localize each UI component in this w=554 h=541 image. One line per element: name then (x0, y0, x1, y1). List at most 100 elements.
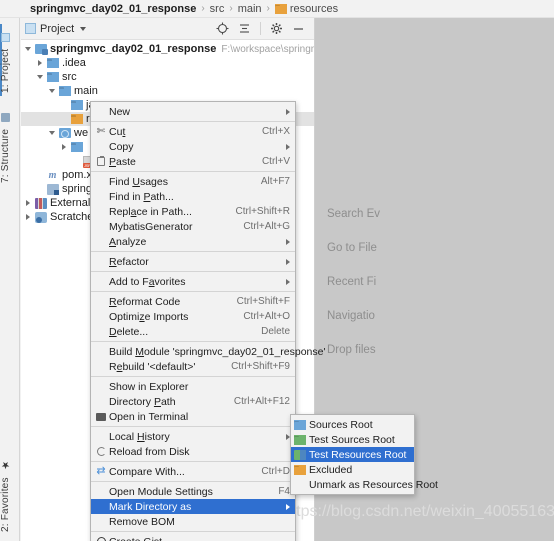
context-menu-item[interactable]: Reload from Disk (91, 444, 295, 459)
context-menu-item[interactable]: Local History (91, 429, 295, 444)
menu-separator (91, 341, 295, 342)
context-menu-item[interactable]: New (91, 104, 295, 119)
tree-row[interactable]: src (21, 70, 314, 84)
submenu-item-label: Test Sources Root (309, 433, 395, 446)
context-menu-item[interactable]: Open in Terminal (91, 409, 295, 424)
menu-item-shortcut: Ctrl+Alt+G (243, 221, 290, 232)
sidebar-tab-project[interactable]: 1: Project (0, 24, 20, 96)
mark-directory-as-submenu[interactable]: Sources Root Test Sources Root Test Resour… (290, 414, 438, 495)
submenu-item[interactable]: Test Sources Root (291, 432, 414, 447)
menu-item-label: Cut (109, 125, 126, 138)
folder-orange-icon (294, 464, 306, 475)
folder-blue-icon (46, 72, 59, 82)
folder-blue-icon (58, 86, 71, 96)
web-folder-icon (58, 128, 71, 138)
tree-row[interactable]: .idea (21, 56, 314, 70)
submenu-item-label: Sources Root (309, 418, 373, 431)
submenu-item-label: Excluded (309, 463, 353, 476)
folder-blue-icon (46, 58, 59, 68)
menu-item-shortcut: Ctrl+D (261, 466, 290, 477)
tool-window-strip: 1: Project 7: Structure 2: Favorites ★ (0, 18, 20, 541)
editor-hints: Search Ev Go to File Recent Fi Navigatio Dro… (327, 208, 380, 378)
context-menu-item[interactable]: Mark Directory as (91, 499, 295, 514)
menu-item-label: Find in Path... (109, 190, 174, 203)
context-menu-item[interactable]: Directory Path Ctrl+Alt+F12 (91, 394, 295, 409)
context-menu[interactable]: New ✄ Cut Ctrl+X Copy Paste Ctrl+V Find Usages A… (90, 101, 325, 541)
menu-item-label: Open Module Settings (109, 485, 213, 498)
context-menu-item[interactable]: Open Module Settings F4 (91, 484, 295, 499)
tree-row[interactable]: springmvc_day02_01_response F:\workspace\… (21, 42, 314, 56)
sidebar-tab-structure[interactable]: 7: Structure (0, 106, 20, 186)
context-menu-item[interactable]: MybatisGenerator Ctrl+Alt+G (91, 219, 295, 234)
menu-item-label: Directory Path (109, 395, 176, 408)
context-menu-item[interactable]: Reformat Code Ctrl+Shift+F (91, 294, 295, 309)
menu-item-icon (93, 447, 109, 456)
chevron-right-icon[interactable] (59, 142, 70, 153)
context-menu-item[interactable]: ⇄ Compare With... Ctrl+D (91, 464, 295, 479)
menu-separator (91, 251, 295, 252)
breadcrumb-item[interactable]: springmvc_day02_01_response (30, 3, 196, 15)
context-menu-item[interactable]: Remove BOM (91, 514, 295, 529)
menu-item-shortcut: F4 (278, 486, 290, 497)
context-menu-item[interactable]: Show in Explorer (91, 379, 295, 394)
terminal-icon (96, 412, 106, 421)
folder-green-icon (294, 434, 306, 445)
context-menu-item[interactable]: Delete... Delete (91, 324, 295, 339)
breadcrumb-item-label: springmvc_day02_01_response (30, 2, 197, 15)
chevron-right-icon[interactable] (23, 198, 34, 209)
menu-separator (91, 291, 295, 292)
submenu-item-icon (294, 434, 309, 445)
context-menu-item[interactable]: Create Gist... (91, 534, 295, 541)
context-menu-item[interactable]: Analyze (91, 234, 295, 249)
gear-icon[interactable] (270, 22, 283, 35)
context-menu-item[interactable]: Find Usages Alt+F7 (91, 174, 295, 189)
context-menu-item[interactable]: Rebuild '<default>' Ctrl+Shift+F9 (91, 359, 295, 374)
minimize-icon[interactable] (292, 22, 305, 35)
menu-separator (91, 531, 295, 532)
tree-node-label: we (74, 127, 89, 139)
context-menu-item[interactable]: Copy (91, 139, 295, 154)
tree-node-icon (46, 183, 59, 195)
target-icon[interactable] (216, 22, 229, 35)
chevron-down-icon[interactable] (80, 26, 87, 31)
context-menu-item[interactable]: Build Module 'springmvc_day02_01_respons… (91, 344, 325, 359)
chevron-down-icon[interactable] (47, 128, 58, 139)
chevron-right-icon[interactable] (35, 58, 46, 69)
chevron-down-icon[interactable] (23, 44, 34, 55)
context-menu-item[interactable]: Refactor (91, 254, 295, 269)
submenu-item[interactable]: Test Resources Root (291, 447, 414, 462)
submenu-item-icon (294, 449, 309, 460)
tree-node-icon (34, 197, 47, 209)
paste-icon (97, 156, 105, 166)
chevron-down-icon[interactable] (35, 72, 46, 83)
breadcrumb-item[interactable]: resources (274, 3, 338, 15)
tree-node-icon (70, 100, 83, 110)
context-menu-item[interactable]: Optimize Imports Ctrl+Alt+O (91, 309, 295, 324)
folder-test-resources-icon (294, 449, 306, 460)
context-menu-item[interactable]: Find in Path... (91, 189, 295, 204)
context-menu-item[interactable]: ✄ Cut Ctrl+X (91, 124, 295, 139)
chevron-right-icon[interactable] (23, 212, 34, 223)
breadcrumb-item[interactable]: main (238, 3, 262, 15)
collapse-all-icon[interactable] (238, 22, 251, 35)
breadcrumb-separator: › (266, 3, 270, 14)
menu-item-label: Copy (109, 140, 134, 153)
submenu-item[interactable]: Unmark as Resources Root (291, 477, 438, 492)
sidebar-tab-project-label: 1: Project (0, 48, 11, 93)
submenu-item[interactable]: Sources Root (291, 417, 414, 432)
menu-item-shortcut: Ctrl+Alt+F12 (233, 396, 290, 407)
menu-separator (91, 121, 295, 122)
breadcrumb-item[interactable]: src (210, 3, 225, 15)
context-menu-item[interactable]: Paste Ctrl+V (91, 154, 295, 169)
menu-separator (91, 376, 295, 377)
idea-window: springmvc_day02_01_response › src › main › res… (0, 0, 554, 541)
chevron-down-icon[interactable] (47, 86, 58, 97)
sidebar-tab-favorites[interactable]: 2: Favorites ★ (0, 445, 20, 535)
context-menu-item[interactable]: Add to Favorites (91, 274, 295, 289)
submenu-item[interactable]: Excluded (291, 462, 414, 477)
context-menu-item[interactable]: Replace in Path... Ctrl+Shift+R (91, 204, 295, 219)
tree-row[interactable]: main (21, 84, 314, 98)
